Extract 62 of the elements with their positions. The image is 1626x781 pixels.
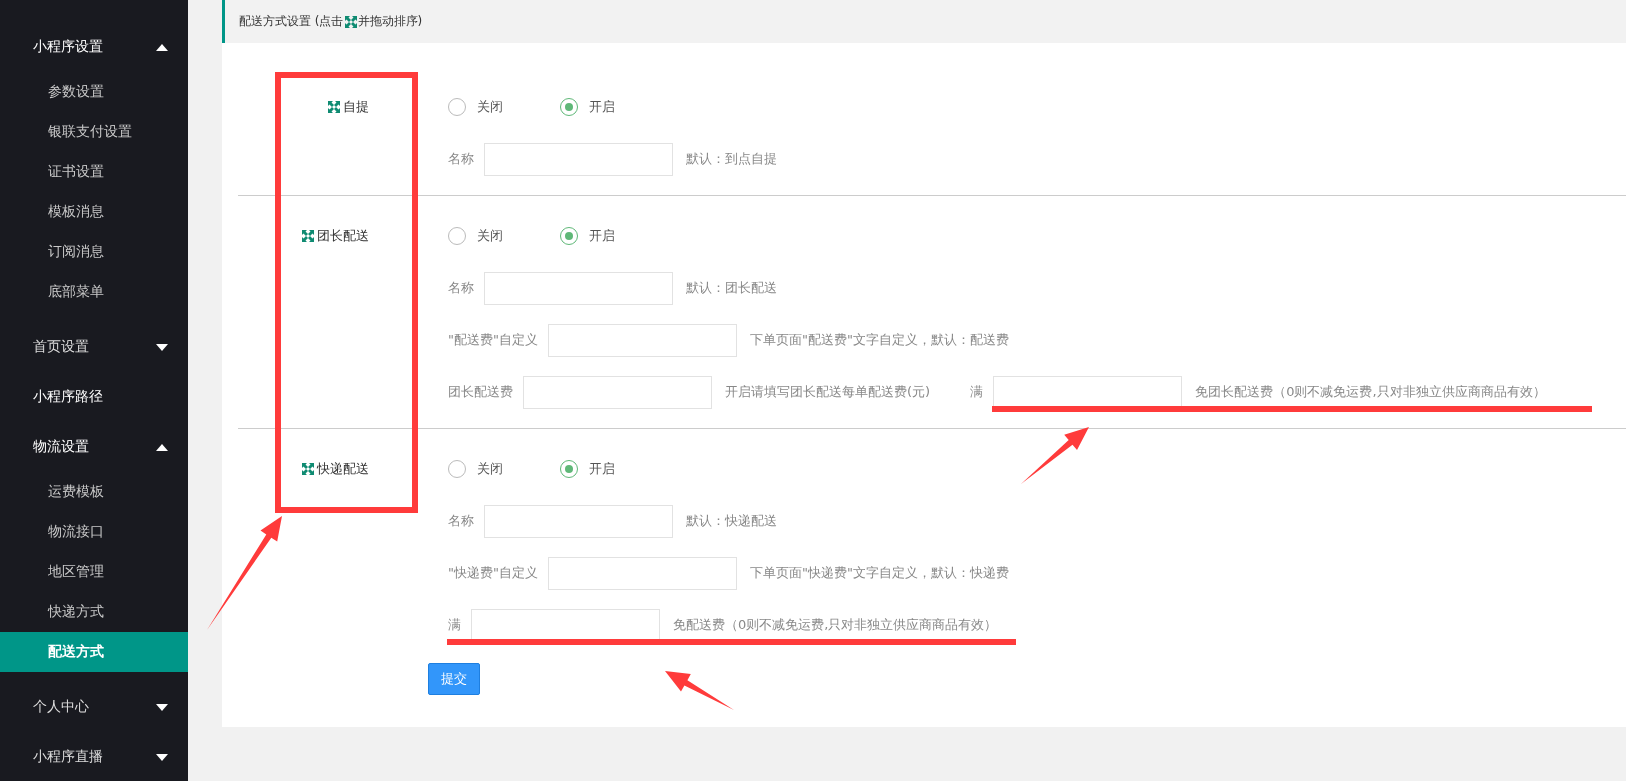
panel-title: 并拖动排序) [357,13,423,30]
section-label: 自提 [343,98,369,116]
move-icon[interactable] [302,463,314,475]
field-hint: 下单页面"配送费"文字自定义，默认：配送费 [749,331,1009,349]
sidebar-item[interactable]: 运费模板 [0,472,188,512]
sidebar-item[interactable]: 参数设置 [0,72,188,112]
field-label: "配送费"自定义 [448,331,538,349]
sidebar-item[interactable]: 地区管理 [0,552,188,592]
caret-down-icon [156,343,168,351]
radio-option[interactable]: 开启 [560,227,672,245]
sidebar-item[interactable]: 快递方式 [0,592,188,632]
field-label: 名称 [448,512,474,530]
sidebar-group[interactable]: 小程序直播 [33,748,103,766]
field-hint: 免团长配送费（0则不减免运费,只对非独立供应商商品有效） [1195,383,1546,401]
radio-option[interactable]: 关闭 [448,98,560,116]
sidebar-item[interactable]: 配送方式 [0,632,188,672]
input-field[interactable] [484,504,673,538]
radio-option[interactable]: 开启 [560,460,672,478]
input-field[interactable] [471,608,660,642]
field-label: 满 [970,383,984,401]
radio-option[interactable]: 开启 [560,98,672,116]
sidebar-item[interactable]: 底部菜单 [0,272,188,312]
sidebar-item[interactable]: 银联支付设置 [0,112,188,152]
sidebar-group[interactable]: 首页设置 [33,338,89,356]
move-icon[interactable] [302,230,314,242]
field-label: 满 [448,616,461,634]
input-field[interactable] [993,375,1183,409]
section-label: 快递配送 [317,460,369,478]
field-label: 名称 [448,279,474,297]
caret-down-icon [156,703,168,711]
sidebar-item[interactable]: 模板消息 [0,192,188,232]
sidebar-group[interactable]: 小程序设置 [33,38,103,56]
sidebar-group[interactable]: 物流设置 [33,438,89,456]
annotation-arrow [665,671,734,710]
sidebar-group[interactable]: 小程序路径 [33,388,103,406]
radio-option[interactable]: 关闭 [448,227,560,245]
input-field[interactable] [547,323,737,357]
field-hint: 下单页面"快递费"文字自定义，默认：快递费 [749,564,1009,582]
caret-up-icon [156,43,168,51]
move-icon[interactable] [344,15,357,28]
input-field[interactable] [484,271,673,305]
field-label: 团长配送费 [448,383,513,401]
field-hint: 默认：快递配送 [686,512,777,530]
input-field[interactable] [484,142,673,176]
field-label: 名称 [448,150,474,168]
input-field[interactable] [523,375,712,409]
field-hint: 默认：到点自提 [686,150,777,168]
sidebar-item[interactable]: 证书设置 [0,152,188,192]
field-hint: 免配送费（0则不减免运费,只对非独立供应商商品有效） [673,616,998,634]
sidebar-item[interactable]: 物流接口 [0,512,188,552]
section-label: 团长配送 [317,227,369,245]
field-hint: 默认：团长配送 [686,279,777,297]
panel-title: 配送方式设置 (点击 [239,13,344,30]
sidebar-item[interactable]: 订阅消息 [0,232,188,272]
caret-up-icon [156,443,168,451]
sidebar-group[interactable]: 个人中心 [33,698,89,716]
input-field[interactable] [547,556,737,590]
field-hint: 开启请填写团长配送每单配送费(元) [725,383,931,401]
move-icon[interactable] [328,101,340,113]
radio-option[interactable]: 关闭 [448,460,560,478]
field-label: "快递费"自定义 [448,564,538,582]
caret-down-icon [156,753,168,761]
